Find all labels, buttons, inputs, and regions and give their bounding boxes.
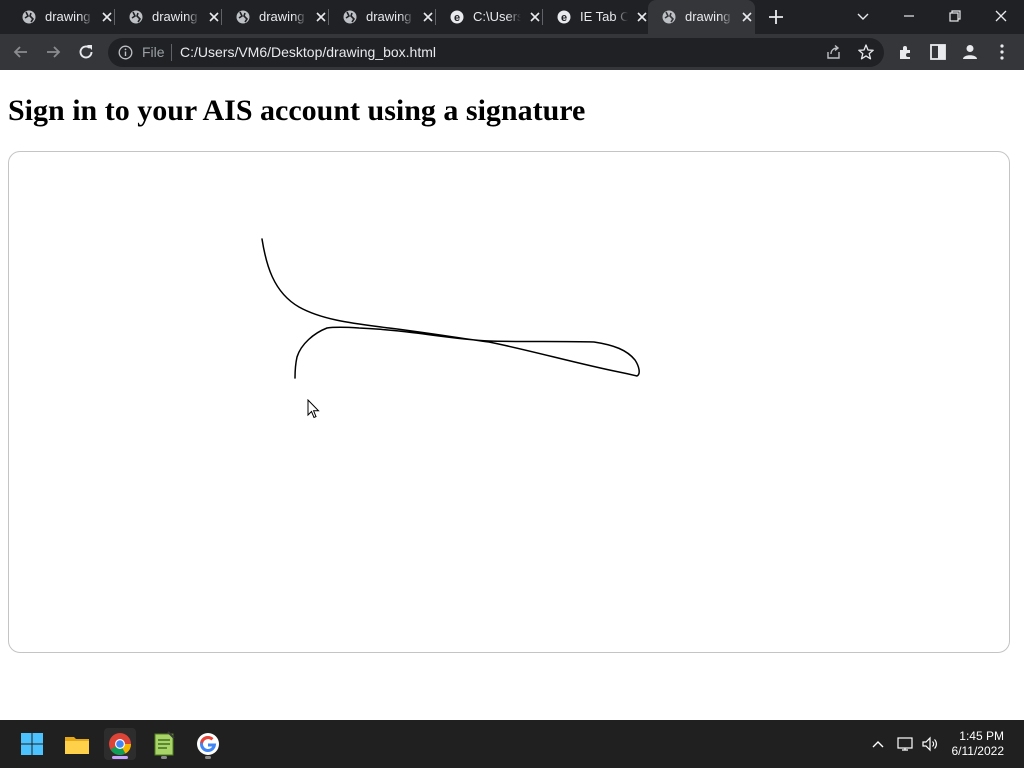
clock-time: 1:45 PM (959, 729, 1004, 743)
menu-kebab-icon[interactable] (992, 42, 1012, 62)
tab-title: C:\Users (473, 9, 521, 24)
globe-icon (343, 10, 357, 24)
network-icon[interactable] (896, 735, 914, 753)
tab-strip: drawing drawing drawing drawing e C:\Use… (0, 0, 1024, 34)
tab-title: drawing (366, 9, 414, 24)
chevron-up-icon[interactable] (869, 735, 887, 753)
close-tab-icon[interactable] (420, 9, 436, 25)
browser-tab-active[interactable]: drawing (648, 0, 755, 34)
signature-stroke (261, 238, 640, 379)
globe-icon (662, 10, 676, 24)
running-indicator (112, 756, 128, 759)
globe-icon (129, 10, 143, 24)
share-icon[interactable] (825, 44, 842, 61)
taskbar-notepad[interactable] (148, 728, 180, 760)
browser-tab[interactable]: drawing (222, 0, 329, 34)
close-tab-icon[interactable] (313, 9, 329, 25)
close-window-icon[interactable] (991, 6, 1011, 26)
restore-icon[interactable] (945, 6, 965, 26)
browser-tab[interactable]: e IE Tab O (543, 0, 650, 34)
mouse-cursor-icon (307, 399, 320, 419)
web-page: Sign in to your AIS account using a sign… (0, 70, 1024, 720)
reload-icon[interactable] (76, 42, 96, 62)
tab-title: drawing (259, 9, 307, 24)
tab-title: drawing (152, 9, 200, 24)
windows-taskbar: 1:45 PM 6/11/2022 (0, 720, 1024, 768)
close-tab-icon[interactable] (527, 9, 543, 25)
bookmark-star-icon[interactable] (857, 43, 875, 61)
globe-icon (236, 10, 250, 24)
minimize-icon[interactable] (899, 6, 919, 26)
new-tab-icon[interactable] (766, 7, 786, 27)
info-icon[interactable] (118, 45, 133, 60)
browser-tab[interactable]: drawing (8, 0, 115, 34)
close-tab-icon[interactable] (99, 9, 115, 25)
browser-tab[interactable]: drawing (329, 0, 436, 34)
windows-start-icon (21, 733, 43, 755)
taskbar-chrome[interactable] (104, 728, 136, 760)
browser-tab[interactable]: drawing (115, 0, 222, 34)
back-icon[interactable] (11, 42, 31, 62)
tab-search-chevron-icon[interactable] (853, 6, 873, 26)
taskbar-google[interactable] (192, 728, 224, 760)
browser-tab[interactable]: e C:\Users (436, 0, 543, 34)
clock-date: 6/11/2022 (951, 744, 1005, 758)
browser-toolbar: File C:/Users/VM6/Desktop/drawing_box.ht… (0, 34, 1024, 70)
signature-pad[interactable] (8, 151, 1010, 653)
url-text[interactable]: C:/Users/VM6/Desktop/drawing_box.html (180, 44, 436, 60)
taskbar-file-explorer[interactable] (61, 728, 93, 760)
forward-icon[interactable] (43, 42, 63, 62)
volume-icon[interactable] (921, 735, 939, 753)
side-panel-icon[interactable] (928, 42, 948, 62)
tab-title: IE Tab O (580, 9, 628, 24)
extensions-puzzle-icon[interactable] (896, 42, 916, 62)
address-divider (171, 44, 172, 61)
tab-title: drawing (685, 9, 733, 24)
url-scheme-label: File (142, 44, 165, 60)
running-indicator (161, 756, 167, 759)
page-title: Sign in to your AIS account using a sign… (8, 94, 586, 127)
ie-tab-icon: e (557, 10, 571, 24)
profile-avatar-icon[interactable] (960, 42, 980, 62)
start-button[interactable] (16, 728, 48, 760)
folder-icon (65, 737, 89, 754)
svg-text:e: e (454, 12, 460, 24)
globe-icon (22, 10, 36, 24)
ie-tab-icon: e (450, 10, 464, 24)
svg-text:e: e (561, 12, 567, 24)
tab-title: drawing (45, 9, 93, 24)
close-tab-icon[interactable] (206, 9, 222, 25)
address-bar[interactable]: File C:/Users/VM6/Desktop/drawing_box.ht… (108, 38, 884, 67)
close-tab-icon[interactable] (739, 9, 755, 25)
running-indicator (205, 756, 211, 759)
system-clock[interactable]: 1:45 PM 6/11/2022 (952, 729, 1005, 759)
